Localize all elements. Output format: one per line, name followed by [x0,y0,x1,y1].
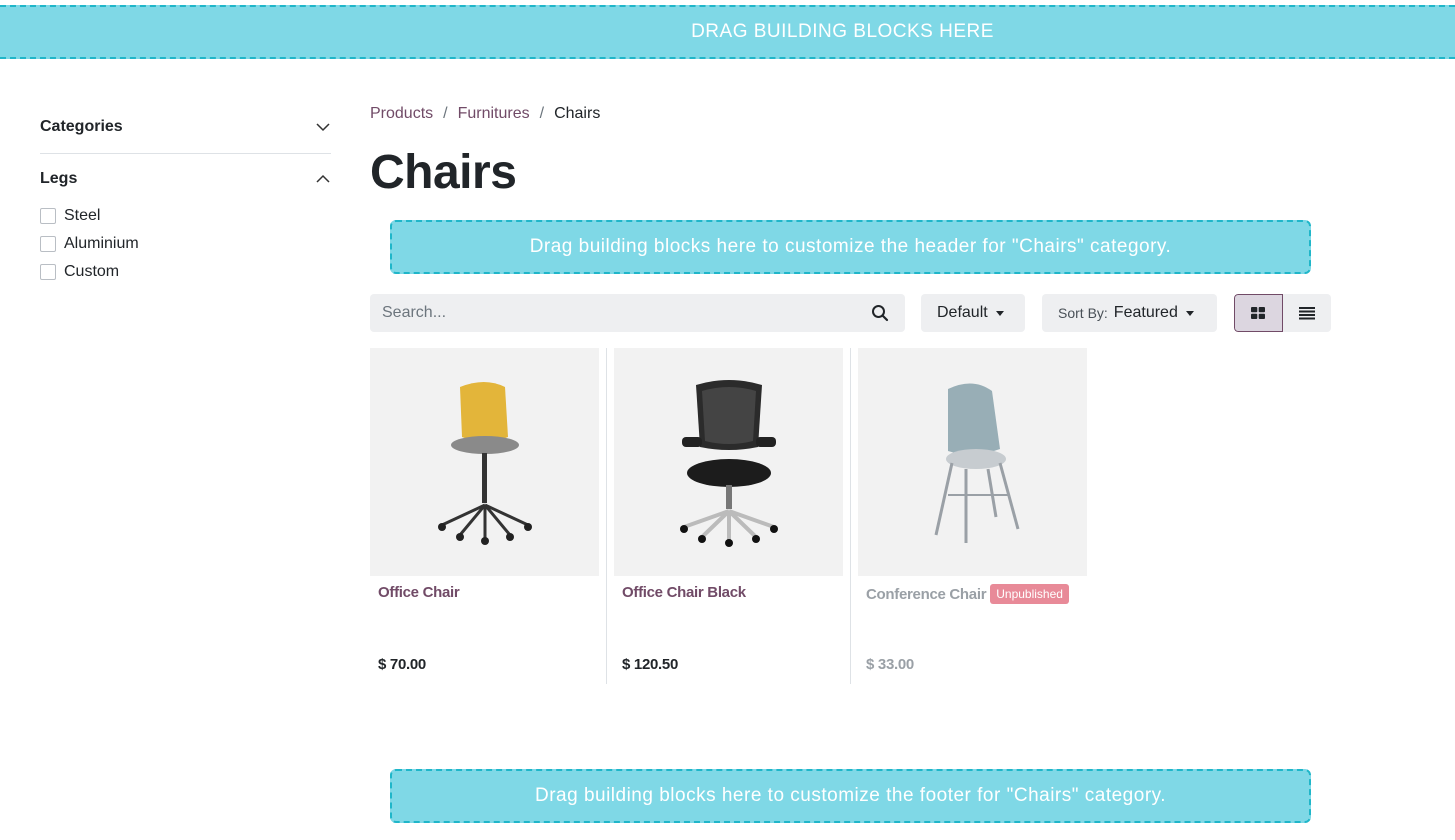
grey-conference-chair-image [934,383,1019,543]
steel-checkbox[interactable] [40,208,56,224]
breadcrumb-products[interactable]: Products [370,105,433,123]
caret-down-icon [1185,310,1194,316]
product-card[interactable]: Conference Chair Unpublished $ 33.00 [858,348,1102,684]
legs-facet-toggle[interactable]: Legs [40,162,331,196]
product-card[interactable]: Office Chair $ 70.00 [370,348,614,684]
product-grid: Office Chair $ 70.00 Office Chair Black … [370,348,1087,684]
breadcrumb-separator: / [443,105,448,122]
top-dropzone-text: DRAG BUILDING BLOCKS HERE [691,21,994,42]
facet-divider [40,144,331,154]
aluminium-checkbox[interactable] [40,236,56,252]
filter-sidebar: Categories Legs Steel Aluminium Custom [40,110,331,286]
chevron-down-icon [315,119,331,135]
unpublished-badge: Unpublished [990,584,1069,604]
custom-checkbox[interactable] [40,264,56,280]
product-name[interactable]: Office Chair Black [622,584,746,601]
search-input[interactable] [382,304,871,322]
category-header-dropzone[interactable]: Drag building blocks here to customize t… [390,220,1311,274]
category-footer-dropzone[interactable]: Drag building blocks here to customize t… [390,769,1311,823]
product-price: $ 120.50 [622,656,678,673]
sort-dropdown[interactable]: Sort By: Featured [1042,294,1217,332]
sort-prefix: Sort By: [1058,305,1108,321]
header-dropzone-text: Drag building blocks here to customize t… [529,236,1172,257]
search-box [370,294,905,332]
list-icon [1298,307,1315,320]
breadcrumb-separator: / [539,105,545,122]
black-office-chair-image [679,380,778,547]
legs-option-label: Steel [64,207,101,224]
product-image-black-office-chair[interactable] [614,348,843,576]
legs-option-steel[interactable]: Steel [40,202,331,230]
categories-facet-toggle[interactable]: Categories [40,110,331,144]
product-card[interactable]: Office Chair Black $ 120.50 [614,348,858,684]
top-dropzone[interactable]: DRAG BUILDING BLOCKS HERE [0,5,1455,59]
product-image-grey-conference-chair[interactable] [858,348,1087,576]
grid-view-button[interactable] [1234,294,1283,332]
product-price: $ 70.00 [378,656,426,673]
pricelist-dropdown[interactable]: Default [921,294,1025,332]
legs-option-label: Custom [64,263,120,280]
card-divider [606,348,607,684]
yellow-office-chair-image [437,382,532,545]
page-title: Chairs [370,146,517,199]
sort-value: Featured [1113,304,1178,321]
card-divider [850,348,851,684]
breadcrumb-chairs: Chairs [554,105,601,122]
product-name[interactable]: Office Chair [378,584,460,601]
product-name-row[interactable]: Conference Chair Unpublished [866,584,1069,604]
breadcrumb: Products / Furnitures / Chairs [370,100,1331,128]
product-image-yellow-office-chair[interactable] [370,348,599,576]
view-toggle [1234,294,1331,332]
legs-options-list: Steel Aluminium Custom [40,202,331,286]
grid-icon [1251,307,1266,319]
chevron-up-icon [315,171,331,187]
legs-option-custom[interactable]: Custom [40,258,331,286]
legs-option-label: Aluminium [64,235,139,252]
pricelist-dropdown-label: Default [937,304,988,321]
legs-option-aluminium[interactable]: Aluminium [40,230,331,258]
categories-facet-label: Categories [40,118,123,135]
products-toolbar: Default Sort By: Featured [370,294,1331,332]
legs-facet-label: Legs [40,170,78,187]
footer-dropzone-text: Drag building blocks here to customize t… [534,785,1167,806]
product-price: $ 33.00 [866,656,914,673]
product-name: Conference Chair [866,586,987,603]
breadcrumb-furnitures[interactable]: Furnitures [458,105,530,123]
main-content: Products / Furnitures / Chairs Chairs Dr… [370,100,1331,823]
caret-down-icon [995,310,1004,316]
search-icon[interactable] [871,304,889,322]
list-view-button[interactable] [1282,294,1331,332]
